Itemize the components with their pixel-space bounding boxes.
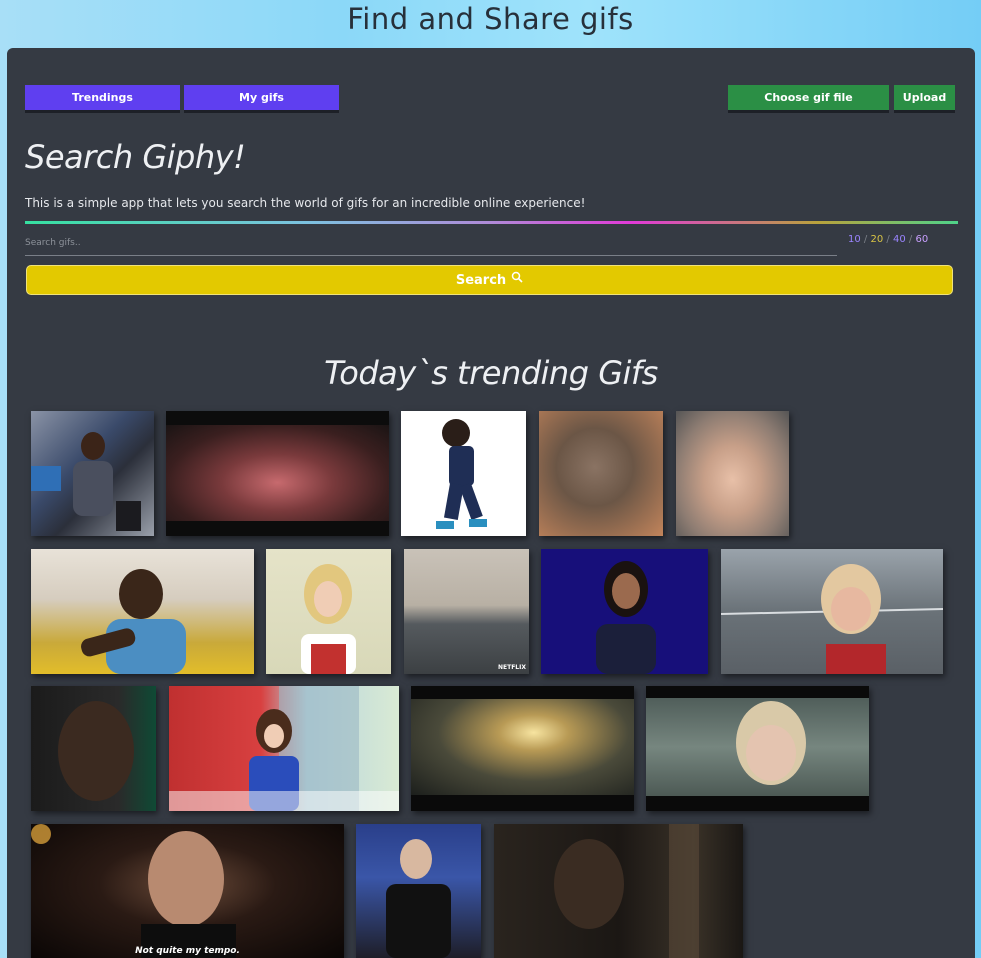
gif-art (166, 425, 389, 521)
gif-skater-clapping[interactable] (356, 824, 481, 958)
gradient-divider (25, 221, 958, 224)
gif-woman-makeup[interactable] (646, 686, 869, 811)
gif-man-shrugging[interactable] (31, 549, 254, 674)
netflix-tag: NETFLIX (498, 664, 526, 671)
gif-art (596, 561, 656, 674)
limit-option-40[interactable]: 40 (893, 234, 906, 245)
gif-cat[interactable] (539, 411, 663, 536)
gif-art (386, 839, 451, 958)
gif-woman-purple-bg[interactable] (541, 549, 708, 674)
gif-art (169, 686, 399, 811)
search-input[interactable] (25, 233, 837, 256)
choose-gif-file-button[interactable]: Choose gif file (728, 85, 889, 110)
my-gifs-button[interactable]: My gifs (184, 85, 339, 110)
limit-option-10[interactable]: 10 (848, 234, 861, 245)
search-heading: Search Giphy! (25, 138, 246, 176)
gif-woman-on-stage[interactable] (31, 411, 154, 536)
gif-caption: Not quite my tempo. (135, 946, 240, 956)
main-panel: Trendings My gifs Choose gif file Upload… (7, 48, 975, 958)
gif-cheerleading-gym[interactable]: NETFLIX (404, 549, 529, 674)
gif-art (721, 564, 943, 674)
search-subtitle: This is a simple app that lets you searc… (25, 196, 586, 210)
gif-art (554, 824, 699, 958)
gif-art (58, 701, 134, 801)
gif-person-in-bed[interactable] (166, 411, 389, 536)
gif-art (81, 569, 186, 674)
gif-woman-gasp[interactable] (266, 549, 391, 674)
upload-button[interactable]: Upload (894, 85, 955, 110)
search-button-label: Search (455, 272, 507, 288)
trendings-button[interactable]: Trendings (25, 85, 180, 110)
trending-heading: Today`s trending Gifs (324, 354, 658, 392)
gif-art (301, 564, 356, 674)
gif-woman-smiling-ring[interactable] (721, 549, 943, 674)
gif-football-player-dance[interactable] (401, 411, 526, 536)
result-limit-selector: 10 / 20 / 40 / 60 (848, 234, 928, 245)
gif-art (436, 419, 487, 529)
page-title: Find and Share gifs (347, 2, 634, 36)
gif-dark-scene[interactable] (494, 824, 743, 958)
gif-conductor[interactable]: Not quite my tempo. (31, 824, 344, 958)
gif-city-street-light[interactable] (411, 686, 634, 811)
gif-art (646, 698, 869, 796)
gif-art (411, 699, 634, 795)
limit-option-20[interactable]: 20 (870, 234, 883, 245)
gif-little-girl[interactable] (676, 411, 789, 536)
gif-art (31, 432, 141, 531)
search-button[interactable]: Search (26, 265, 953, 295)
limit-option-60[interactable]: 60 (915, 234, 928, 245)
gif-art (31, 824, 236, 958)
gif-woman-podium[interactable] (169, 686, 399, 811)
search-icon (511, 271, 523, 283)
gif-man-green-bg[interactable] (31, 686, 156, 811)
